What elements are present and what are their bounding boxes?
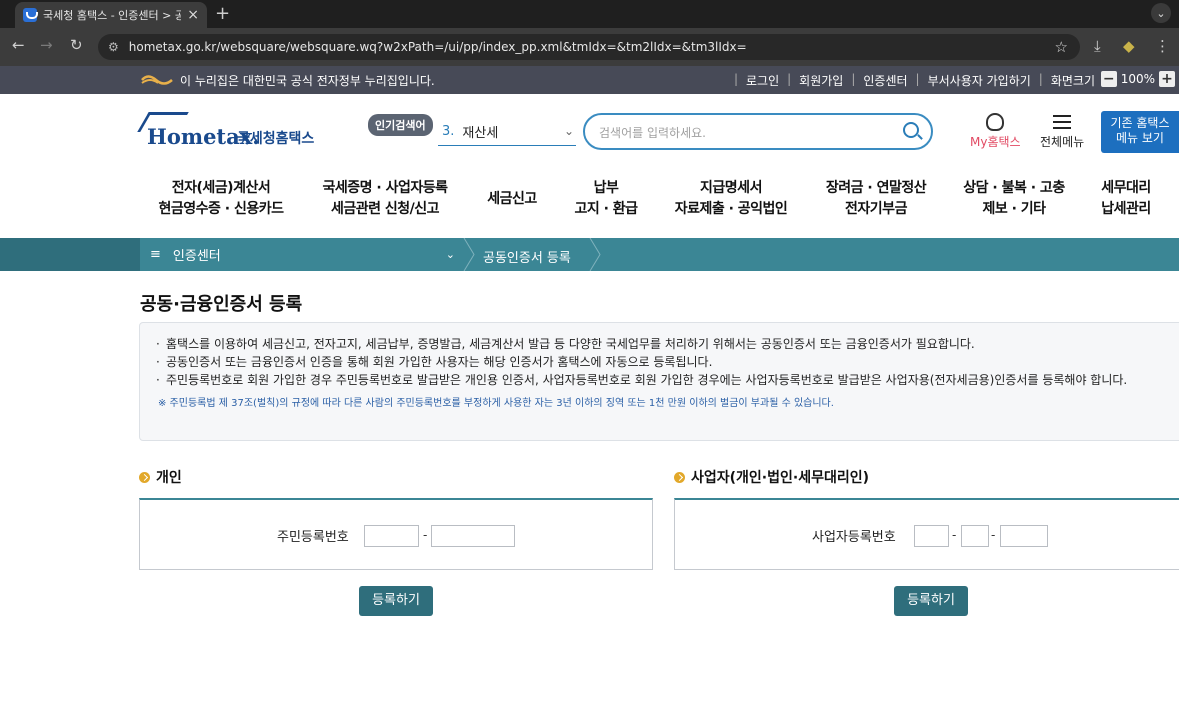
back-icon[interactable]: ← bbox=[12, 36, 25, 54]
browser-toolbar: ← → ↻ ⚙ hometax.go.kr/websquare/websquar… bbox=[0, 28, 1179, 66]
site-info-icon[interactable]: ⚙ bbox=[108, 40, 119, 54]
download-icon[interactable]: ⤓ bbox=[1094, 37, 1101, 55]
dash-separator: - bbox=[991, 528, 996, 542]
zoom-in-button[interactable]: + bbox=[1159, 71, 1175, 87]
old-menu-line1: 기존 홈택스 bbox=[1110, 116, 1170, 130]
business-number-label: 사업자등록번호 bbox=[812, 530, 896, 545]
dept-user-signup-link[interactable]: 부서사용자 가입하기 bbox=[928, 72, 1031, 89]
cert-center-link[interactable]: 인증센터 bbox=[863, 72, 907, 89]
breadcrumb-separator-icon bbox=[463, 238, 475, 271]
screen-size-label: 화면크기 bbox=[1050, 74, 1095, 88]
gov-banner: 이 누리집은 대한민국 공식 전자정부 누리집입니다. | 로그인 | 회원가입… bbox=[0, 66, 1179, 94]
gnb-item-payment[interactable]: 납부 고지 · 환급 bbox=[572, 178, 640, 220]
search-placeholder: 검색어를 입력하세요. bbox=[599, 126, 706, 140]
browser-tab-bar: 국세청 홈택스 - 인증센터 > 공동인 × + ⌄ bbox=[0, 0, 1179, 28]
business-section-heading: 사업자(개인·법인·세무대리인) bbox=[674, 467, 869, 487]
signup-link[interactable]: 회원가입 bbox=[799, 72, 843, 89]
main-navigation: 전자(세금)계산서 현금영수증 · 신용카드 국세증명 · 사업자등록 세금관련 신… bbox=[140, 178, 1179, 228]
dash-separator: - bbox=[952, 528, 957, 542]
search-input[interactable]: 검색어를 입력하세요. bbox=[583, 113, 933, 150]
notice-item: 공동인증서 또는 금융인증서 인증을 통해 회원 가입한 사용자는 해당 인증서… bbox=[156, 353, 1146, 371]
gnb-item-incentive[interactable]: 장려금 · 연말정산 전자기부금 bbox=[824, 178, 928, 220]
hamburger-icon bbox=[1053, 115, 1072, 129]
dash-separator: - bbox=[423, 528, 428, 542]
forward-icon[interactable]: → bbox=[40, 36, 53, 54]
reload-icon[interactable]: ↻ bbox=[70, 36, 83, 54]
bullet-arrow-icon bbox=[674, 471, 685, 483]
zoom-out-button[interactable]: − bbox=[1100, 71, 1117, 87]
breadcrumb-second-label[interactable]: 공동인증서 등록 bbox=[483, 247, 571, 266]
url-text: hometax.go.kr/websquare/websquare.wq?w2x… bbox=[128, 40, 747, 54]
personal-section-heading: 개인 bbox=[139, 467, 182, 487]
resident-number-label: 주민등록번호 bbox=[277, 530, 349, 545]
menu-icon: ≡ bbox=[150, 247, 161, 262]
breadcrumb-cert-center[interactable]: ≡ 인증센터 ⌄ bbox=[140, 238, 465, 271]
search-icon[interactable] bbox=[903, 122, 919, 138]
gnb-item-invoice[interactable]: 전자(세금)계산서 현금영수증 · 신용카드 bbox=[158, 178, 285, 220]
my-hometax-label: My홈택스 bbox=[970, 135, 1021, 149]
business-register-button[interactable]: 등록하기 bbox=[894, 586, 968, 616]
user-icon bbox=[986, 113, 1005, 131]
popular-rank: 3. bbox=[442, 124, 455, 139]
new-tab-icon[interactable]: + bbox=[215, 3, 230, 24]
gnb-item-tax-return[interactable]: 세금신고 bbox=[484, 189, 540, 210]
old-menu-line2: 메뉴 보기 bbox=[1116, 131, 1164, 145]
login-link[interactable]: 로그인 bbox=[746, 72, 779, 89]
resident-number-front-input[interactable] bbox=[364, 525, 419, 547]
legal-warning: ※ 주민등록법 제 37조(벌칙)의 규정에 따라 다른 사람의 주민등록번호를… bbox=[158, 398, 834, 409]
browser-menu-icon[interactable]: ⋮ bbox=[1155, 37, 1170, 55]
gov-banner-text: 이 누리집은 대한민국 공식 전자정부 누리집입니다. bbox=[180, 74, 435, 88]
business-number-part1-input[interactable] bbox=[914, 525, 949, 547]
all-menu-label: 전체메뉴 bbox=[1040, 135, 1085, 149]
business-number-part3-input[interactable] bbox=[1000, 525, 1048, 547]
hometax-logo[interactable]: Hometax. 국세청홈택스 bbox=[137, 110, 321, 152]
bullet-arrow-icon bbox=[139, 471, 150, 483]
chevron-down-icon: ⌄ bbox=[445, 248, 455, 261]
popular-term: 재산세 bbox=[462, 126, 499, 141]
breadcrumb-separator-icon bbox=[589, 238, 601, 271]
zoom-control: − 100% + bbox=[1100, 71, 1175, 87]
tab-search-icon[interactable]: ⌄ bbox=[1151, 3, 1171, 23]
top-links: | 로그인 | 회원가입 | 인증센터 | 부서사용자 가입하기 | 화면크기 bbox=[733, 72, 1095, 89]
notice-box: 홈택스를 이용하여 세금신고, 전자고지, 세금납부, 증명발급, 세금계산서 … bbox=[139, 322, 1179, 441]
popular-search-select[interactable]: 3. 재산세 ⌄ bbox=[438, 118, 576, 146]
gnb-item-statement[interactable]: 지급명세서 자료제출 · 공익법인 bbox=[670, 178, 792, 220]
business-number-part2-input[interactable] bbox=[961, 525, 989, 547]
chevron-down-icon: ⌄ bbox=[563, 124, 574, 138]
old-menu-button[interactable]: 기존 홈택스 메뉴 보기 bbox=[1101, 111, 1179, 153]
logo-korean-name: 국세청홈택스 bbox=[237, 131, 315, 147]
personal-register-button[interactable]: 등록하기 bbox=[359, 586, 433, 616]
my-hometax-button[interactable]: My홈택스 bbox=[970, 113, 1021, 150]
gov-symbol-icon bbox=[141, 75, 173, 85]
tab-close-icon[interactable]: × bbox=[187, 7, 199, 23]
notice-item: 홈택스를 이용하여 세금신고, 전자고지, 세금납부, 증명발급, 세금계산서 … bbox=[156, 335, 1146, 353]
personal-form-box: 주민등록번호 - bbox=[139, 498, 653, 570]
address-bar[interactable]: ⚙ hometax.go.kr/websquare/websquare.wq?w… bbox=[98, 34, 1080, 60]
zoom-level: 100% bbox=[1120, 72, 1155, 86]
tab-title: 국세청 홈택스 - 인증센터 > 공동인 bbox=[43, 9, 182, 22]
gnb-item-consult[interactable]: 상담 · 불복 · 고충 제보 · 기타 bbox=[962, 178, 1066, 220]
bookmark-star-icon[interactable]: ☆ bbox=[1055, 38, 1068, 56]
business-form-box: 사업자등록번호 - - bbox=[674, 498, 1179, 570]
popular-search-badge: 인기검색어 bbox=[368, 114, 433, 136]
browser-tab[interactable]: 국세청 홈택스 - 인증센터 > 공동인 × bbox=[15, 2, 207, 28]
page-title: 공동·금융인증서 등록 bbox=[140, 294, 303, 315]
all-menu-button[interactable]: 전체메뉴 bbox=[1040, 113, 1084, 150]
gnb-item-certificate[interactable]: 국세증명 · 사업자등록 세금관련 신청/신고 bbox=[320, 178, 450, 220]
extension-icon[interactable]: ◆ bbox=[1123, 37, 1135, 55]
hometax-favicon-icon bbox=[23, 8, 38, 22]
resident-number-back-input[interactable] bbox=[431, 525, 515, 547]
breadcrumb: ≡ 인증센터 ⌄ 공동인증서 등록 bbox=[0, 238, 1179, 271]
gnb-item-tax-agent[interactable]: 세무대리 납세관리 bbox=[1098, 178, 1154, 220]
breadcrumb-first-label: 인증센터 bbox=[172, 249, 221, 264]
notice-item: 주민등록번호로 회원 가입한 경우 주민등록번호로 발급받은 개인용 인증서, … bbox=[156, 371, 1146, 389]
